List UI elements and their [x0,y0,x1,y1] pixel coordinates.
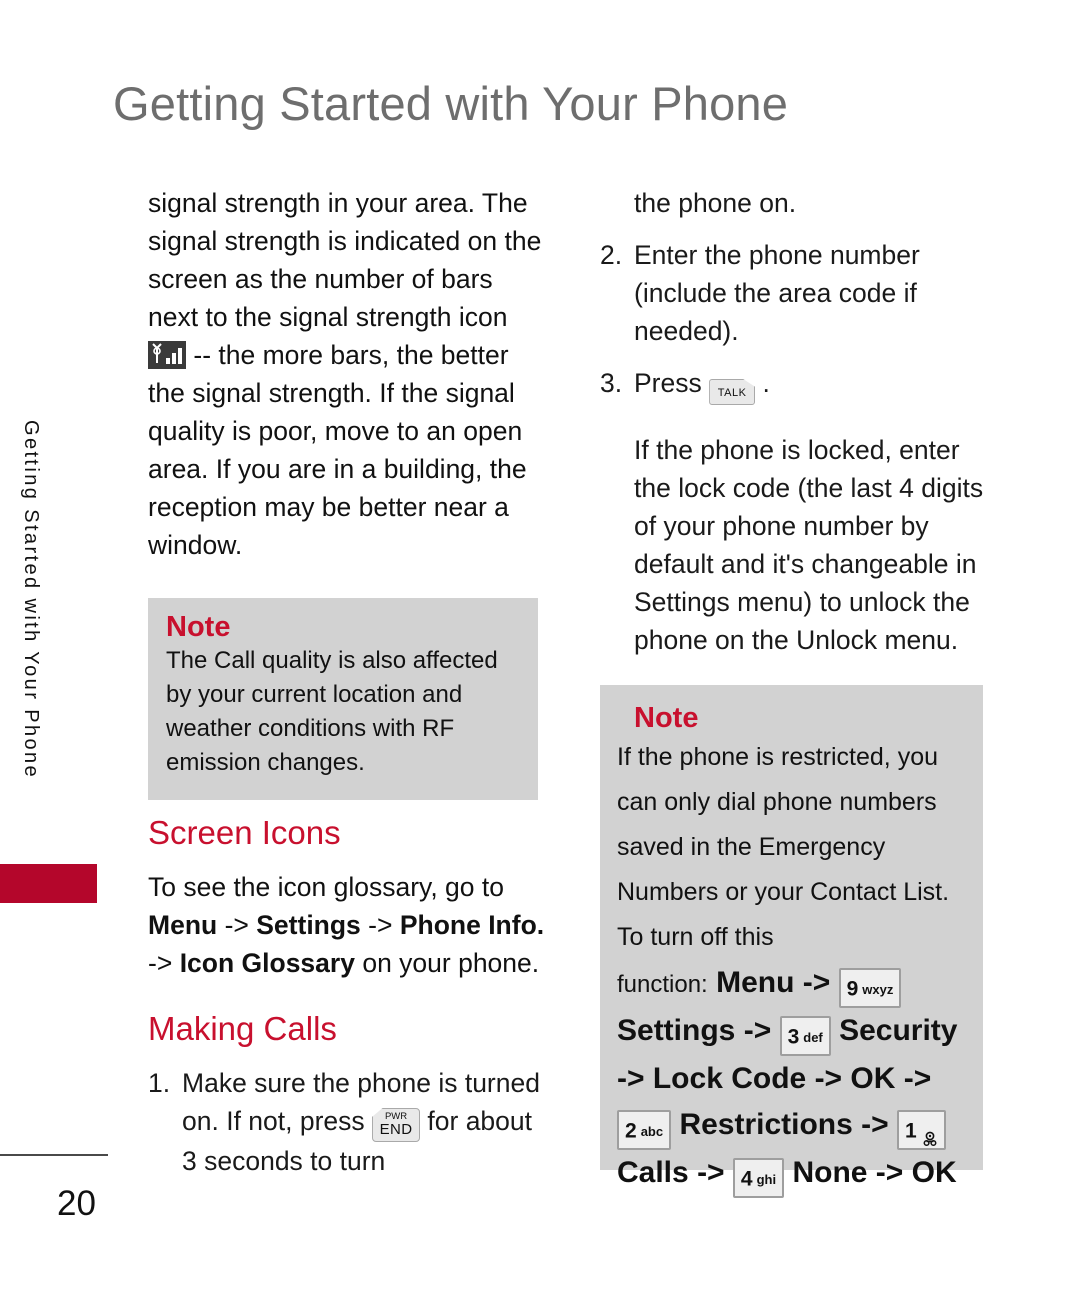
path-phone-info: Phone Info. [399,910,545,940]
seq-settings: Settings [617,1014,736,1047]
signal-paragraph-part2: -- the more bars, the better the signal … [148,340,527,560]
side-tab-marker [0,864,97,903]
seq-arrow-7: -> [697,1156,725,1189]
seq-arrow-6: -> [861,1108,889,1141]
seq-restrictions: Restrictions [679,1108,853,1141]
note-box-restrictions: Note If the phone is restricted, you can… [600,685,983,1198]
path-menu: Menu [148,910,218,940]
voicemail-icon [922,1123,938,1147]
page-number: 20 [57,1184,96,1223]
seq-security: Security [839,1014,958,1047]
locked-phone-paragraph: If the phone is locked, enter the lock c… [634,435,984,655]
step-number: 3. [600,368,623,398]
signal-strength-glyph [148,341,186,369]
note-title: Note [634,702,699,734]
making-calls-heading: Making Calls [148,1010,337,1047]
note-title: Note [166,611,231,643]
seq-arrow-3: -> [617,1062,645,1095]
seq-ok-1: OK [850,1062,896,1095]
left-column-lower: Screen Icons To see the icon glossary, g… [148,812,548,1180]
seq-arrow-2: -> [743,1014,772,1047]
pwr-end-key-line2: END [379,1121,413,1138]
path-settings: Settings [256,910,361,940]
right-column: the phone on. 2. Enter the phone number … [600,184,1000,659]
seq-none: None [792,1156,868,1189]
key-2-digit: 2 [625,1119,637,1143]
key-4-digit: 4 [740,1167,753,1191]
sequence-lead: function: [617,971,708,998]
footer-rule [0,1154,108,1156]
screen-icons-paragraph: To see the icon glossary, go to Menu -> … [148,868,548,982]
signal-strength-icon [148,341,186,369]
key-3-letters: def [803,1029,823,1045]
screen-icons-intro: To see the icon glossary, go to [148,872,504,902]
key-2-letters: abc [640,1123,664,1139]
key-9-digit: 9 [846,977,859,1001]
key-9: 9 wxyz [838,968,902,1008]
key-9-letters: wxyz [862,981,894,997]
path-arrow-3: -> [148,948,173,978]
left-column: signal strength in your area. The signal… [148,184,548,590]
key-3: 3 def [779,1016,831,1056]
key-2: 2 abc [617,1110,672,1150]
pwr-end-key: PWR END [372,1108,421,1142]
side-tab-label: Getting Started with Your Phone [20,420,42,780]
path-trailing-text: on your phone. [362,948,540,978]
key-4: 4 ghi [732,1158,785,1198]
signal-paragraph-part1: signal strength in your area. The signal… [148,188,542,332]
key-1-digit: 1 [905,1119,917,1143]
note-body: The Call quality is also affected by you… [166,647,498,776]
step-2-text: Enter the phone number (include the area… [634,240,920,346]
making-calls-step-1: 1. Make sure the phone is turned on. If … [148,1064,548,1180]
path-icon-glossary: Icon Glossary [179,948,355,978]
restriction-key-sequence: function: Menu -> 9 wxyz Settings -> 3 def… [617,960,973,1198]
talk-key: TALK [709,379,756,405]
seq-arrow-4: -> [814,1062,843,1095]
key-3-digit: 3 [787,1025,800,1049]
seq-arrow-5: -> [903,1062,932,1095]
voicemail-glyph [923,1131,937,1147]
seq-calls: Calls [617,1156,689,1189]
signal-strength-paragraph: signal strength in your area. The signal… [148,184,548,564]
seq-lock-code: Lock Code [652,1062,807,1095]
key-4-letters: ghi [756,1171,777,1187]
note-body: If the phone is restricted, you can only… [617,743,950,951]
seq-menu: Menu [716,966,795,999]
step-3-text-before: Press [634,368,702,398]
key-1: 1 [897,1110,946,1150]
step-number: 2. [600,240,623,270]
page-title: Getting Started with Your Phone [113,77,789,130]
seq-arrow-8: -> [875,1156,904,1189]
step-3-text-after: . [762,368,770,398]
continuation-text: the phone on. [634,188,797,218]
note-box-call-quality: Note The Call quality is also affected b… [148,598,538,800]
step-number: 1. [148,1068,171,1098]
screen-icons-heading: Screen Icons [148,814,341,851]
making-calls-step-3: 3. Press TALK . [600,364,1000,405]
seq-arrow-1: -> [802,966,831,999]
making-calls-step-2: 2. Enter the phone number (include the a… [600,236,1000,350]
seq-ok-2: OK [911,1156,957,1189]
path-arrow-1: -> [224,910,249,940]
path-arrow-2: -> [368,910,393,940]
